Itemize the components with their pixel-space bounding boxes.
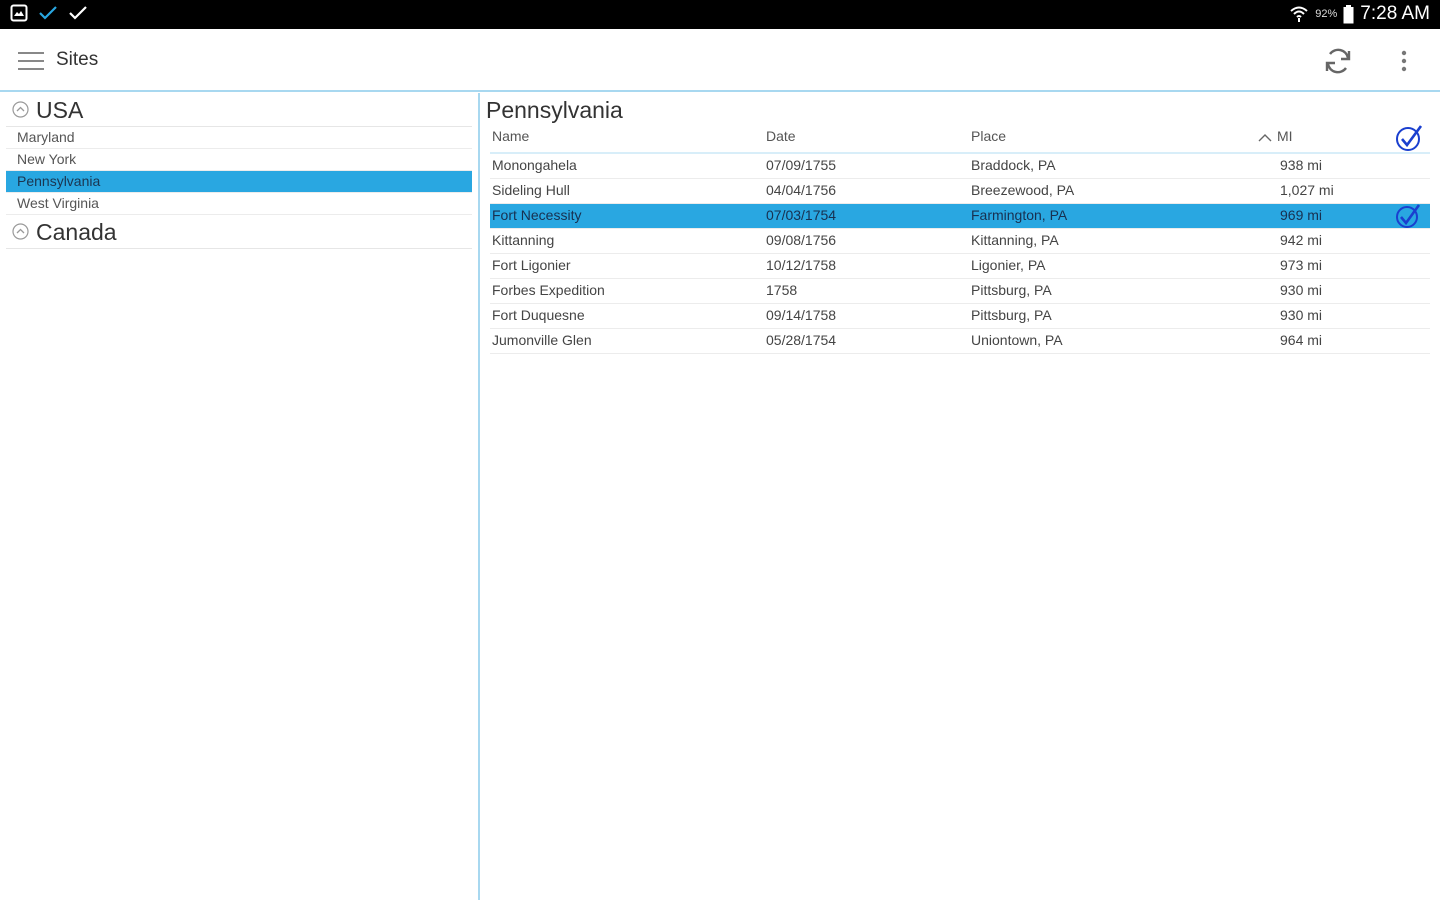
table-row[interactable]: Forbes Expedition 1758 Pittsburg, PA 930… [490, 279, 1430, 304]
site-detail-panel: Pennsylvania Name Date Place MI Monongah… [482, 93, 1440, 900]
cell-name: Fort Necessity [492, 207, 582, 223]
column-header-name[interactable]: Name [492, 128, 529, 144]
cell-mi: 969 mi [1280, 207, 1323, 223]
wifi-icon [1290, 6, 1308, 22]
table-row-selected[interactable]: Fort Necessity 07/03/1754 Farmington, PA… [490, 204, 1430, 229]
menu-button[interactable] [16, 49, 46, 73]
cell-name: Fort Ligonier [492, 257, 571, 273]
cell-date: 04/04/1756 [766, 182, 837, 198]
cell-date: 09/14/1758 [766, 307, 837, 323]
page-title: Sites [56, 49, 99, 70]
cell-mi: 964 mi [1280, 332, 1323, 348]
table-row[interactable]: Kittanning 09/08/1756 Kittanning, PA 942… [490, 229, 1430, 254]
sort-ascending-icon [1258, 134, 1272, 142]
status-bar: 92% 7:28 AM [0, 0, 1440, 29]
app-toolbar: Sites [0, 29, 1440, 92]
cell-date: 10/12/1758 [766, 257, 837, 273]
menu-icon [18, 52, 44, 70]
cell-place: Kittanning, PA [971, 232, 1059, 248]
overflow-menu-icon [1401, 50, 1407, 72]
battery-icon [1343, 4, 1354, 23]
cell-place: Uniontown, PA [971, 332, 1063, 348]
cell-place: Pittsburg, PA [971, 282, 1052, 298]
cell-date: 07/09/1755 [766, 157, 837, 173]
cell-mi: 930 mi [1280, 307, 1323, 323]
group-header-canada[interactable]: Canada [6, 215, 472, 249]
sites-table: Name Date Place MI Monongahela 07/09/175… [490, 123, 1430, 354]
cell-place: Ligonier, PA [971, 257, 1046, 273]
cell-name: Monongahela [492, 157, 577, 173]
cell-name: Kittanning [492, 232, 555, 248]
cell-date: 05/28/1754 [766, 332, 837, 348]
status-left-icons [10, 4, 88, 22]
cell-mi: 938 mi [1280, 157, 1323, 173]
clock: 7:28 AM [1360, 3, 1430, 24]
cell-place: Braddock, PA [971, 157, 1056, 173]
overflow-menu-button[interactable] [1394, 45, 1414, 77]
refresh-button[interactable] [1322, 45, 1354, 77]
cell-date: 1758 [766, 282, 798, 298]
table-header: Name Date Place MI [490, 123, 1430, 154]
select-all-check-icon[interactable] [1394, 123, 1424, 153]
cell-name: Sideling Hull [492, 182, 570, 198]
cell-place: Farmington, PA [971, 207, 1068, 223]
group-label: Canada [36, 219, 117, 245]
column-header-date[interactable]: Date [766, 128, 796, 144]
collapse-icon[interactable] [12, 101, 29, 118]
group-header-usa[interactable]: USA [6, 93, 472, 127]
refresh-icon [1325, 48, 1351, 74]
cell-date: 07/03/1754 [766, 207, 837, 223]
table-row[interactable]: Monongahela 07/09/1755 Braddock, PA 938 … [490, 154, 1430, 179]
cell-name: Fort Duquesne [492, 307, 585, 323]
detail-title: Pennsylvania [486, 97, 623, 123]
cell-mi: 973 mi [1280, 257, 1323, 273]
column-header-place[interactable]: Place [971, 128, 1006, 144]
table-row[interactable]: Fort Ligonier 10/12/1758 Ligonier, PA 97… [490, 254, 1430, 279]
column-header-mi[interactable]: MI [1277, 128, 1293, 144]
site-tree-panel: USA Maryland New York Pennsylvania West … [0, 93, 480, 900]
row-check-icon[interactable] [1394, 202, 1422, 230]
table-row[interactable]: Jumonville Glen 05/28/1754 Uniontown, PA… [490, 329, 1430, 354]
check-icon [39, 6, 57, 20]
table-row[interactable]: Fort Duquesne 09/14/1758 Pittsburg, PA 9… [490, 304, 1430, 329]
status-right: 92% 7:28 AM [1289, 3, 1430, 25]
cell-place: Pittsburg, PA [971, 307, 1052, 323]
check-icon [69, 6, 87, 20]
cell-mi: 1,027 mi [1280, 182, 1334, 198]
tree-item-west-virginia[interactable]: West Virginia [6, 193, 472, 215]
battery-percent: 92% [1315, 8, 1338, 20]
cell-place: Breezewood, PA [971, 182, 1075, 198]
cell-mi: 930 mi [1280, 282, 1323, 298]
tree-item-pennsylvania[interactable]: Pennsylvania [6, 171, 472, 193]
tree-item-maryland[interactable]: Maryland [6, 127, 472, 149]
cell-name: Jumonville Glen [492, 332, 592, 348]
cell-name: Forbes Expedition [492, 282, 605, 298]
tree-item-new-york[interactable]: New York [6, 149, 472, 171]
gallery-icon [10, 4, 28, 22]
cell-date: 09/08/1756 [766, 232, 837, 248]
collapse-icon[interactable] [12, 223, 29, 240]
group-label: USA [36, 97, 84, 123]
cell-mi: 942 mi [1280, 232, 1323, 248]
table-row[interactable]: Sideling Hull 04/04/1756 Breezewood, PA … [490, 179, 1430, 204]
